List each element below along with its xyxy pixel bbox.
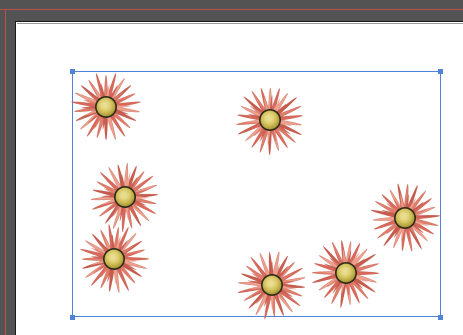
- bleed-guide-left: [5, 9, 6, 335]
- flower-center-highlight: [399, 212, 408, 221]
- flower-center-highlight: [119, 191, 128, 200]
- flower-icon: [236, 87, 303, 156]
- flower-artwork[interactable]: [236, 249, 308, 321]
- flower-center-highlight: [264, 114, 273, 123]
- flower-artwork[interactable]: [310, 237, 382, 309]
- flower-icon: [80, 224, 150, 293]
- bleed-guide-top: [0, 9, 463, 10]
- flower-artwork[interactable]: [78, 223, 150, 295]
- selection-handle-bottom-right[interactable]: [438, 315, 443, 320]
- flower-center-highlight: [340, 267, 349, 276]
- flower-center-highlight: [100, 101, 109, 110]
- flower-center-highlight: [266, 279, 275, 288]
- flower-center-highlight: [108, 253, 117, 262]
- flower-artwork[interactable]: [70, 71, 142, 143]
- flower-artwork[interactable]: [234, 84, 306, 156]
- selection-handle-top-right[interactable]: [438, 69, 443, 74]
- flower-icon: [71, 73, 141, 141]
- artboard-edge: [17, 23, 463, 24]
- flower-icon: [311, 240, 380, 308]
- selection-handle-bottom-left[interactable]: [70, 315, 75, 320]
- flower-icon: [237, 251, 306, 320]
